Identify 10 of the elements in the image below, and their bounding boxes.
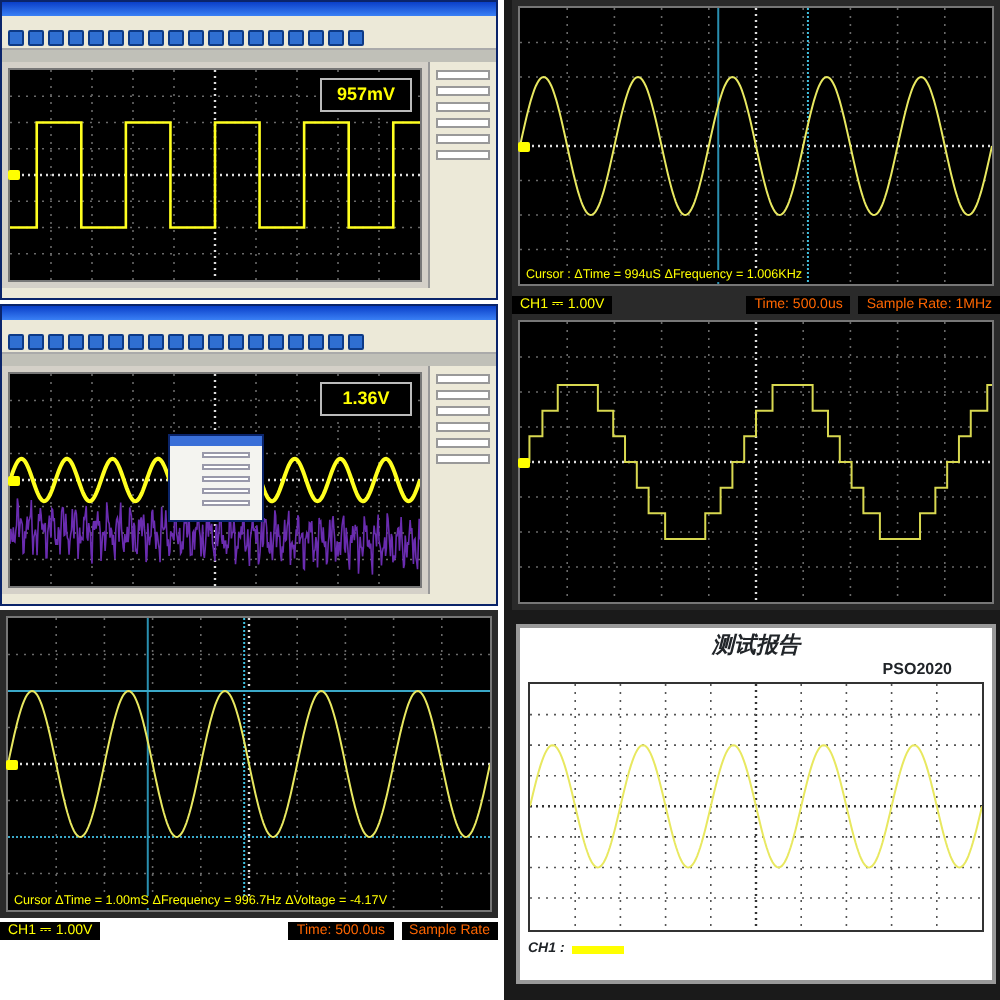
channel-marker-icon (518, 141, 530, 151)
model-number: PSO2020 (882, 658, 952, 683)
channel-marker-icon (6, 759, 18, 769)
channel-marker-icon (8, 475, 20, 485)
channel-swatch (572, 945, 625, 954)
voltage-readout: 957mV (320, 78, 412, 112)
report-title: 测试报告 (712, 632, 800, 659)
channel-marker-icon (8, 170, 20, 180)
voltage-readout: 1.36V (320, 382, 412, 416)
channel-marker-icon (518, 457, 530, 467)
